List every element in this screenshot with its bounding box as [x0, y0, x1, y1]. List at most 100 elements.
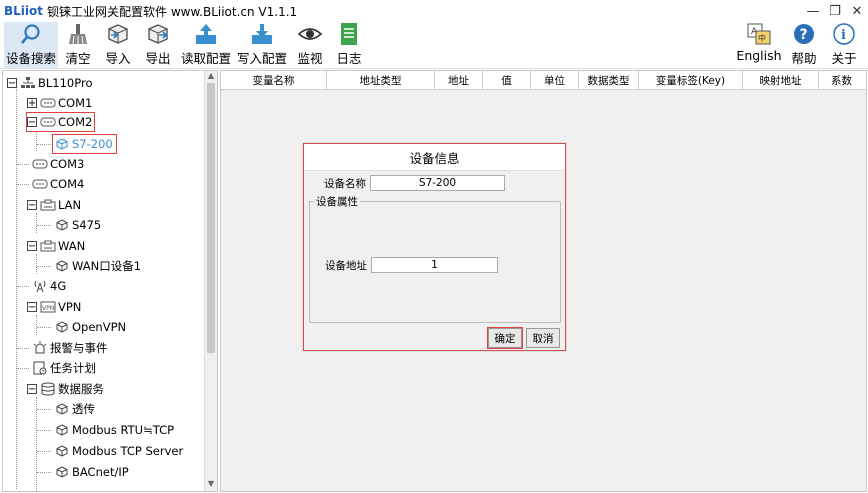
- tree-item-modbus-tcp-server[interactable]: Modbus TCP Server: [53, 441, 183, 461]
- device-tree-panel[interactable]: − BL110Pro + COM1 − COM2 S7-200 COM3 COM…: [2, 70, 218, 492]
- device-cube-icon: [53, 444, 71, 458]
- search-icon: [18, 22, 44, 46]
- tree-root[interactable]: − BL110Pro: [7, 73, 93, 93]
- tree-item-data-service[interactable]: − 数据服务: [27, 379, 104, 399]
- english-label: English: [736, 48, 782, 63]
- serial-port-icon: [31, 177, 49, 191]
- ok-button[interactable]: 确定: [487, 327, 523, 349]
- collapse-icon[interactable]: −: [27, 200, 37, 210]
- column-header[interactable]: 映射地址: [743, 71, 819, 89]
- tree-item-com3[interactable]: COM3: [31, 154, 84, 174]
- read-config-button[interactable]: 读取配置: [180, 22, 232, 68]
- tree-item-alarm[interactable]: 报警与事件: [31, 338, 108, 358]
- svg-text:i: i: [841, 28, 846, 43]
- write-config-button[interactable]: 写入配置: [236, 22, 288, 68]
- tree-item-com1[interactable]: + COM1: [27, 93, 92, 113]
- tree-item-modbus-tcp-server-label: Modbus TCP Server: [72, 444, 184, 458]
- vpn-icon: VPN: [39, 300, 57, 314]
- tree-item-wan-device[interactable]: WAN口设备1: [53, 256, 141, 276]
- tree-item-s475[interactable]: S475: [53, 215, 101, 235]
- device-cube-icon: [53, 259, 71, 273]
- collapse-icon[interactable]: −: [7, 78, 17, 88]
- serial-port-icon: [39, 115, 57, 129]
- device-cube-icon: [53, 137, 71, 151]
- tree-scrollbar[interactable]: ▲ ▼: [204, 71, 217, 491]
- device-cube-icon: [53, 402, 71, 416]
- collapse-icon[interactable]: −: [27, 384, 37, 394]
- log-label: 日志: [336, 51, 362, 66]
- eye-icon: [297, 22, 323, 46]
- tree-item-com2-label: COM2: [58, 115, 93, 129]
- device-address-input[interactable]: 1: [371, 257, 498, 273]
- scroll-down-icon[interactable]: ▼: [205, 479, 217, 491]
- minimize-button[interactable]: —: [802, 0, 824, 22]
- collapse-icon[interactable]: −: [27, 117, 37, 127]
- column-header[interactable]: 系数: [819, 71, 864, 89]
- tree-item-wan[interactable]: − WAN: [27, 236, 85, 256]
- upload-icon: [193, 22, 219, 46]
- tree-item-vpn[interactable]: − VPN VPN: [27, 297, 81, 317]
- language-icon: A中: [746, 22, 772, 46]
- device-name-label: 设备名称: [324, 177, 366, 190]
- column-header[interactable]: 变量标签(Key): [639, 71, 743, 89]
- brand-logo: BLiiot: [4, 4, 43, 18]
- column-header[interactable]: 值: [483, 71, 531, 89]
- tree-item-s7200[interactable]: S7-200: [52, 134, 117, 154]
- device-properties-group: 设备属性 设备地址 1: [309, 194, 561, 323]
- tree-item-wan-device-label: WAN口设备1: [72, 259, 142, 273]
- device-search-label: 设备搜索: [5, 51, 56, 66]
- collapse-icon[interactable]: −: [27, 302, 37, 312]
- column-header[interactable]: 变量名称: [221, 71, 327, 89]
- import-cube-icon: [105, 22, 131, 46]
- tree-item-com3-label: COM3: [50, 157, 85, 171]
- scroll-up-icon[interactable]: ▲: [205, 71, 217, 83]
- tree-item-lan-label: LAN: [58, 198, 82, 212]
- export-cube-icon: [145, 22, 171, 46]
- tree-item-4g[interactable]: 4G: [31, 276, 66, 296]
- tree-item-transparent-label: 透传: [72, 402, 95, 416]
- clear-label: 清空: [65, 51, 91, 66]
- serial-port-icon: [39, 96, 57, 110]
- device-search-button[interactable]: 设备搜索: [4, 22, 58, 68]
- dialog-title: 设备信息: [304, 144, 565, 171]
- tree-item-vpn-label: VPN: [58, 300, 82, 314]
- antenna-icon: [31, 279, 49, 293]
- import-button[interactable]: 导入: [102, 22, 134, 68]
- tree-item-modbus-rtu-tcp[interactable]: Modbus RTU≒TCP: [53, 420, 174, 440]
- window-controls: — ❐ ✕: [802, 0, 868, 22]
- column-header[interactable]: 数据类型: [579, 71, 639, 89]
- monitor-button[interactable]: 监视: [294, 22, 326, 68]
- device-cube-icon: [53, 423, 71, 437]
- device-properties-label: 设备属性: [314, 194, 360, 209]
- network-root-icon: [19, 76, 37, 90]
- svg-text:中: 中: [758, 33, 766, 43]
- expand-icon[interactable]: +: [27, 98, 37, 108]
- task-schedule-icon: [31, 361, 49, 375]
- clear-button[interactable]: 清空: [62, 22, 94, 68]
- tree-item-lan[interactable]: − LAN: [27, 195, 81, 215]
- scroll-thumb[interactable]: [207, 83, 215, 353]
- english-button[interactable]: A中 English: [736, 22, 782, 68]
- device-name-input[interactable]: S7-200: [370, 175, 505, 191]
- device-cube-icon: [53, 320, 71, 334]
- tree-item-task[interactable]: 任务计划: [31, 358, 96, 378]
- close-button[interactable]: ✕: [846, 0, 868, 22]
- collapse-icon[interactable]: −: [27, 241, 37, 251]
- export-button[interactable]: 导出: [142, 22, 174, 68]
- cancel-button[interactable]: 取消: [526, 328, 560, 348]
- tree-item-bacnet[interactable]: BACnet/IP: [53, 462, 129, 482]
- tree-item-transparent[interactable]: 透传: [53, 399, 95, 419]
- column-header[interactable]: 单位: [531, 71, 579, 89]
- log-button[interactable]: 日志: [334, 22, 364, 68]
- column-header[interactable]: 地址: [435, 71, 483, 89]
- help-button[interactable]: ? 帮助: [788, 22, 820, 68]
- tree-item-openvpn[interactable]: OpenVPN: [53, 317, 126, 337]
- tree-root-label: BL110Pro: [38, 76, 93, 90]
- restore-button[interactable]: ❐: [824, 0, 846, 22]
- tree-item-com2[interactable]: − COM2: [25, 112, 96, 132]
- about-button[interactable]: i 关于: [828, 22, 860, 68]
- tree-item-com4[interactable]: COM4: [31, 174, 84, 194]
- broom-icon: [65, 22, 91, 46]
- window-title: 钡铼工业网关配置软件 www.BLiiot.cn V1.1.1: [47, 4, 298, 19]
- column-header[interactable]: 地址类型: [327, 71, 435, 89]
